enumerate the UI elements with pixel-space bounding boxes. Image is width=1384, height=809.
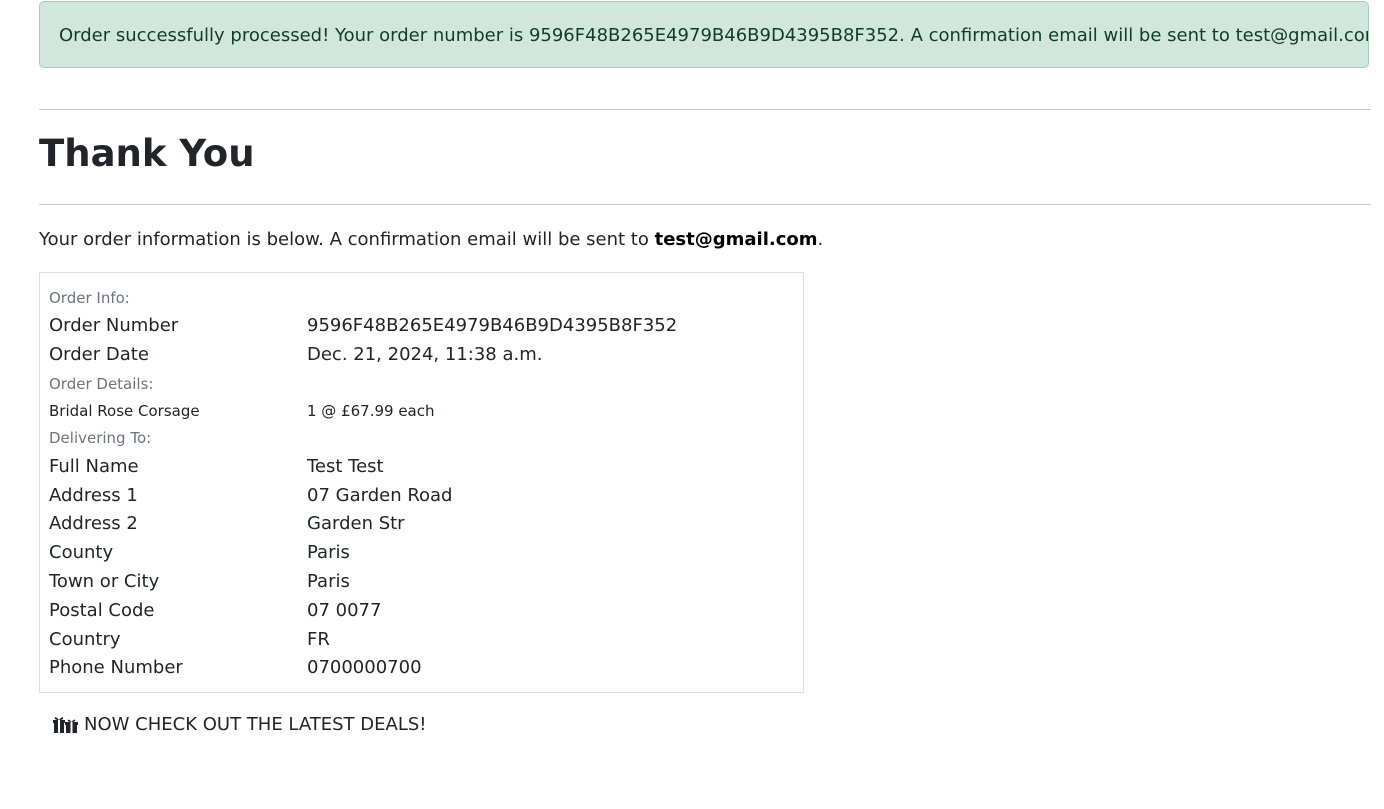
- gifts-icon: [53, 717, 78, 733]
- order-number-value: 9596F48B265E4979B46B9D4395B8F352: [307, 315, 678, 336]
- phone-number-label: Phone Number: [49, 657, 183, 678]
- latest-deals-label: NOW CHECK OUT THE LATEST DEALS!: [84, 714, 427, 735]
- intro-text: Your order information is below. A confi…: [39, 227, 823, 253]
- full-name-value: Test Test: [307, 456, 384, 477]
- address-2-label: Address 2: [49, 513, 138, 534]
- county-value: Paris: [307, 542, 350, 563]
- intro-email: test@gmail.com: [654, 229, 818, 250]
- address-1-value: 07 Garden Road: [307, 485, 453, 506]
- phone-number-value: 0700000700: [307, 657, 422, 678]
- success-alert-message: Order successfully processed! Your order…: [59, 25, 1369, 46]
- order-summary-card: Order Info: Order Number 9596F48B265E497…: [39, 272, 804, 693]
- success-alert: Order successfully processed! Your order…: [39, 1, 1369, 68]
- order-date-value: Dec. 21, 2024, 11:38 a.m.: [307, 344, 543, 365]
- address-1-label: Address 1: [49, 485, 138, 506]
- town-city-label: Town or City: [49, 571, 160, 592]
- order-date-label: Order Date: [49, 344, 149, 365]
- order-item-qty-price: 1 @ £67.99 each: [307, 402, 435, 420]
- order-details-heading: Order Details:: [49, 375, 154, 393]
- postal-code-value: 07 0077: [307, 600, 382, 621]
- town-city-value: Paris: [307, 571, 350, 592]
- divider-bottom: [39, 204, 1371, 205]
- order-info-heading: Order Info:: [49, 289, 130, 307]
- divider-top: [39, 109, 1371, 110]
- country-value: FR: [307, 629, 330, 650]
- postal-code-label: Postal Code: [49, 600, 155, 621]
- order-number-label: Order Number: [49, 315, 179, 336]
- order-item-name: Bridal Rose Corsage: [49, 402, 200, 420]
- intro-prefix: Your order information is below. A confi…: [39, 229, 655, 250]
- full-name-label: Full Name: [49, 456, 139, 477]
- latest-deals-link[interactable]: NOW CHECK OUT THE LATEST DEALS!: [53, 712, 427, 738]
- delivering-to-heading: Delivering To:: [49, 429, 152, 447]
- address-2-value: Garden Str: [307, 513, 405, 534]
- page-title: Thank You: [39, 132, 255, 175]
- county-label: County: [49, 542, 114, 563]
- country-label: Country: [49, 629, 121, 650]
- intro-suffix: .: [817, 229, 824, 250]
